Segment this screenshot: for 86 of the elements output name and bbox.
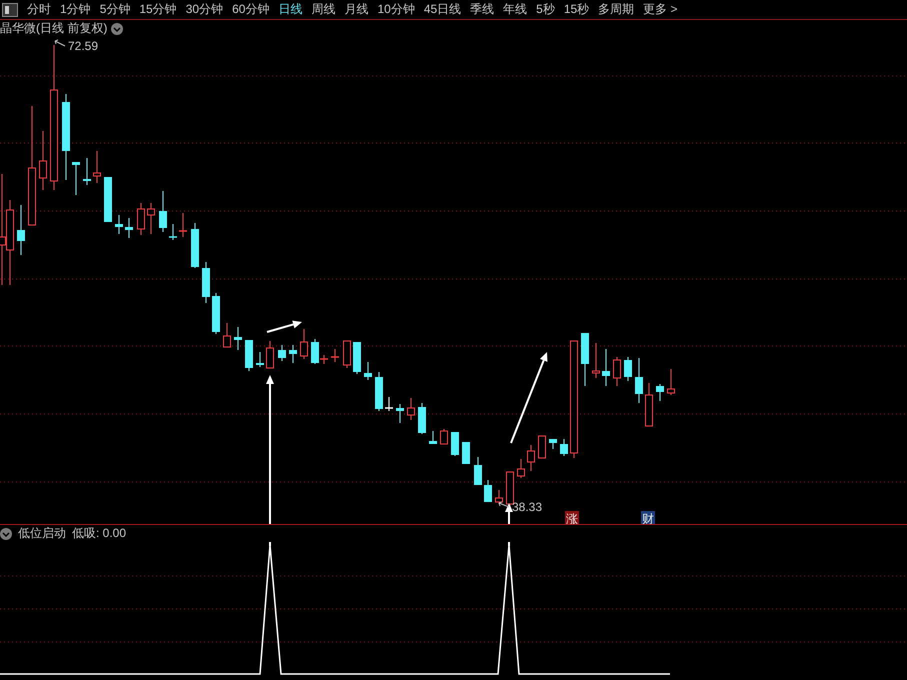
candlestick: [179, 212, 187, 238]
period-tab[interactable]: 5分钟: [100, 0, 130, 19]
price-label: 38.33: [512, 500, 542, 514]
candlestick: [451, 432, 459, 456]
chart-title: 晶华微(日线 前复权): [0, 20, 108, 37]
candlestick: [581, 332, 589, 386]
candlestick: [474, 456, 482, 486]
candlestick: [17, 204, 25, 256]
candlestick: [602, 348, 610, 386]
period-tab[interactable]: 更多 >: [643, 0, 678, 19]
period-tab[interactable]: 周线: [311, 0, 336, 19]
candlestick: [125, 218, 133, 238]
candlestick: [169, 224, 177, 240]
candlestick: [191, 222, 199, 268]
candlestick: [375, 372, 383, 412]
candlestick: [137, 202, 145, 236]
candlestick: [266, 340, 274, 368]
period-tab[interactable]: 年线: [503, 0, 528, 19]
price-label: 72.59: [68, 39, 98, 53]
arrow: [505, 503, 513, 524]
candlestick: [484, 480, 492, 502]
candlestick: [495, 490, 503, 504]
candlestick: [115, 214, 123, 234]
candlestick: [656, 384, 664, 402]
period-tab[interactable]: 1分钟: [60, 0, 91, 19]
period-tab[interactable]: 10分钟: [377, 0, 415, 19]
candlestick: [353, 342, 361, 374]
leader-line: [498, 502, 510, 508]
candlestick: [407, 398, 415, 420]
candlestick: [223, 322, 231, 348]
candlestick: [462, 442, 470, 464]
candlestick: [256, 352, 264, 368]
candlestick: [385, 396, 393, 412]
event-badge[interactable]: 财: [641, 511, 655, 525]
candlestick: [560, 438, 568, 456]
candlestick: [39, 130, 47, 190]
candlestick: [645, 382, 653, 426]
candlestick: [147, 202, 155, 234]
period-tab[interactable]: 5秒: [536, 0, 555, 19]
chevron-down-icon[interactable]: [0, 528, 12, 540]
candlestick: [300, 328, 308, 360]
period-tab[interactable]: 45日线: [424, 0, 462, 19]
candlestick: [429, 430, 437, 444]
candlestick: [331, 348, 339, 362]
candlestick: [667, 368, 675, 396]
panel-toggle-icon[interactable]: [2, 2, 18, 16]
candlestick: [396, 404, 404, 424]
candlestick: [289, 344, 297, 364]
leader-line: [54, 40, 66, 46]
candlestick: [635, 358, 643, 404]
period-tab[interactable]: 日线: [278, 0, 302, 19]
candlestick: [613, 356, 621, 386]
candlestick: [159, 190, 167, 232]
period-tab[interactable]: 30分钟: [186, 0, 224, 19]
period-tab[interactable]: 季线: [470, 0, 494, 19]
candlestick: [506, 472, 514, 508]
arrow: [266, 320, 302, 333]
candlestick: [592, 342, 600, 378]
event-badge[interactable]: 涨: [565, 511, 579, 525]
period-tab[interactable]: 60分钟: [232, 0, 270, 19]
candlestick: [527, 444, 535, 472]
period-tab[interactable]: 月线: [344, 0, 368, 19]
candlestick: [212, 292, 220, 334]
indicator-reading: 低吸: 0.00: [72, 525, 126, 542]
candlestick: [538, 436, 546, 458]
candlestick: [72, 162, 80, 196]
candlestick: [624, 356, 632, 382]
period-tab[interactable]: 多周期: [598, 0, 634, 19]
candlestick: [549, 438, 557, 450]
period-tab[interactable]: 分时: [27, 0, 51, 19]
candlestick: [278, 344, 286, 362]
candlestick: [93, 150, 101, 184]
period-tab[interactable]: 15秒: [564, 0, 590, 19]
candlestick: [364, 362, 372, 380]
period-tab[interactable]: 15分钟: [139, 0, 177, 19]
candlestick: [104, 176, 112, 222]
candlestick: [202, 262, 210, 304]
candlestick: [234, 326, 242, 350]
candlestick: [517, 458, 525, 478]
candlestick: [440, 428, 448, 444]
candlestick: [83, 158, 91, 186]
candlestick: [245, 340, 253, 372]
indicator-name: 低位启动: [18, 525, 66, 542]
chevron-down-icon[interactable]: [111, 22, 124, 34]
candlestick: [343, 340, 351, 368]
candlestick: [418, 402, 426, 434]
